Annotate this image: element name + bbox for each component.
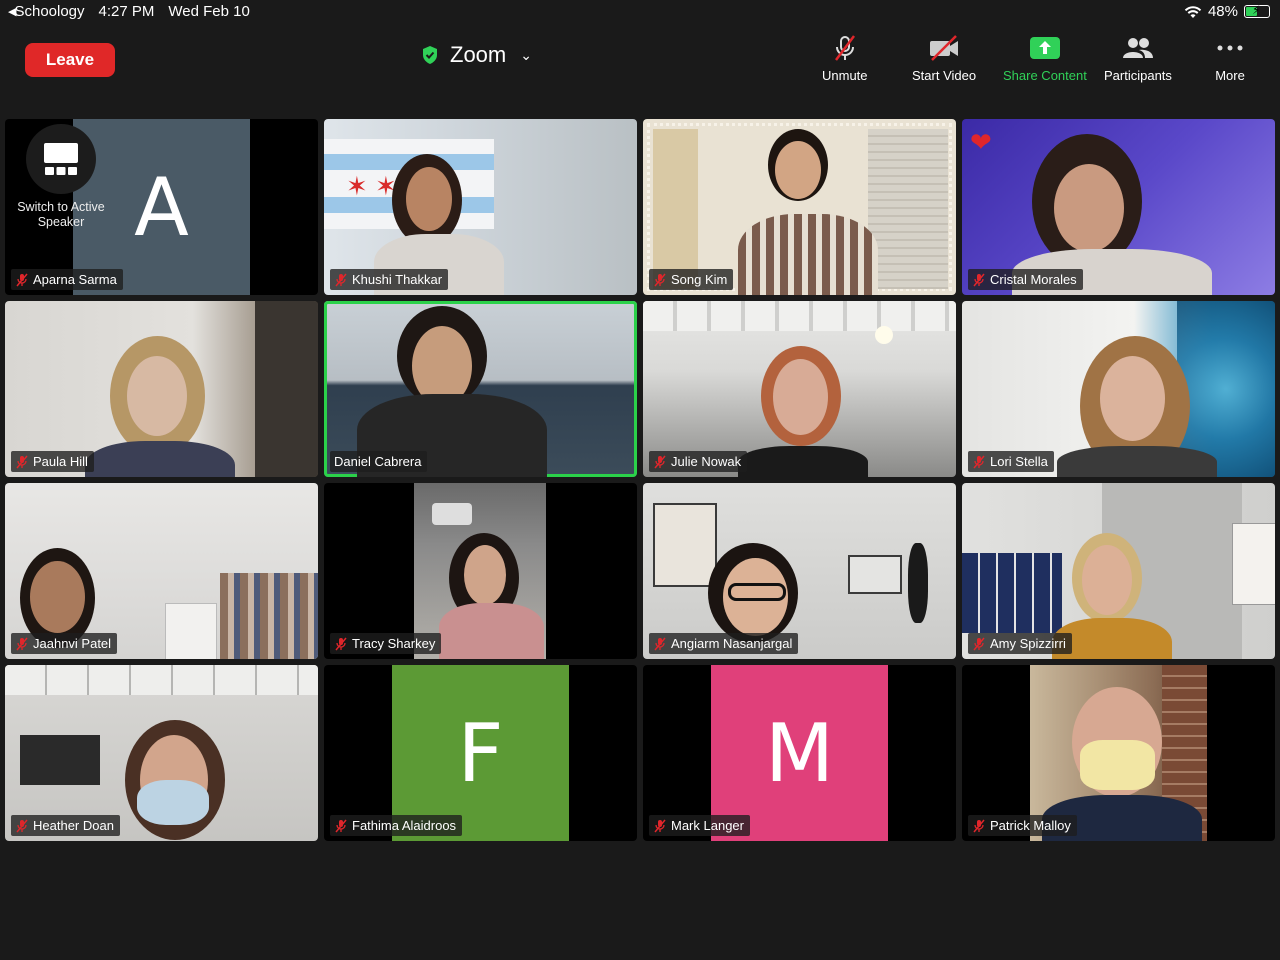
battery-percent: 48% xyxy=(1207,3,1238,20)
microphone-muted-icon xyxy=(973,273,985,286)
participant-name-tag: Tracy Sharkey xyxy=(330,633,442,654)
microphone-muted-icon xyxy=(16,273,28,286)
chevron-down-icon: ⌄ xyxy=(520,46,532,63)
participant-name-tag: Fathima Alaidroos xyxy=(330,815,463,836)
participants-label: Participants xyxy=(1104,68,1172,83)
status-bar: ◀ Schoology 4:27 PM Wed Feb 10 48% ⚡ xyxy=(0,0,1280,24)
participant-name: Jaahnvi Patel xyxy=(33,636,112,651)
microphone-muted-icon xyxy=(654,637,666,650)
share-content-button[interactable]: Share Content xyxy=(1003,34,1087,83)
participant-name-tag: Julie Nowak xyxy=(649,451,748,472)
participant-name-tag: Amy Spizzirri xyxy=(968,633,1072,654)
unmute-button[interactable]: Unmute xyxy=(822,34,868,83)
participant-name-tag: Cristal Morales xyxy=(968,269,1083,290)
participants-button[interactable]: Participants xyxy=(1104,34,1172,83)
microphone-muted-icon xyxy=(335,819,347,832)
participants-icon xyxy=(1121,34,1155,62)
participant-name-tag: Angiarm Nasanjargal xyxy=(649,633,799,654)
battery-icon: ⚡ xyxy=(1244,3,1270,18)
microphone-muted-icon xyxy=(973,637,985,650)
video-tile-julie-nowak[interactable]: Julie Nowak xyxy=(643,301,956,477)
participant-name: Lori Stella xyxy=(990,454,1048,469)
participant-name: Paula Hill xyxy=(33,454,88,469)
participant-name-tag: Song Kim xyxy=(649,269,734,290)
participant-name: Fathima Alaidroos xyxy=(352,818,457,833)
participant-name: Song Kim xyxy=(671,272,728,287)
more-button[interactable]: More xyxy=(1213,34,1247,83)
video-tile-angiarm-nasanjargal[interactable]: Angiarm Nasanjargal xyxy=(643,483,956,659)
video-tile-mark-langer[interactable]: M Mark Langer xyxy=(643,665,956,841)
heart-reaction-icon: ❤ xyxy=(970,127,992,157)
microphone-muted-icon xyxy=(654,819,666,832)
back-app-label: Schoology xyxy=(14,3,85,20)
microphone-muted-icon xyxy=(335,273,347,286)
more-label: More xyxy=(1215,68,1245,83)
switch-speaker-label: Switch to Active Speaker xyxy=(17,200,105,229)
video-tile-song-kim[interactable]: Song Kim xyxy=(643,119,956,295)
microphone-muted-icon xyxy=(335,637,347,650)
wifi-icon xyxy=(1184,5,1202,18)
video-tile-jaahnvi-patel[interactable]: Jaahnvi Patel xyxy=(5,483,318,659)
status-time: 4:27 PM xyxy=(98,3,155,20)
participant-name-tag: Khushi Thakkar xyxy=(330,269,449,290)
participant-name: Aparna Sarma xyxy=(33,272,117,287)
video-tile-lori-stella[interactable]: Lori Stella xyxy=(962,301,1275,477)
leave-button[interactable]: Leave xyxy=(25,43,115,77)
video-tile-patrick-malloy[interactable]: Patrick Malloy xyxy=(962,665,1275,841)
microphone-muted-icon xyxy=(828,34,862,62)
video-tile-khushi-thakkar[interactable]: ✶ ✶ Khushi Thakkar xyxy=(324,119,637,295)
video-tile-cristal-morales[interactable]: ❤ Cristal Morales xyxy=(962,119,1275,295)
video-tile-tracy-sharkey[interactable]: Tracy Sharkey xyxy=(324,483,637,659)
meeting-toolbar: Leave Zoom ⌄ Unmute Start Video Share Co… xyxy=(0,28,1280,92)
video-tile-heather-doan[interactable]: Heather Doan xyxy=(5,665,318,841)
video-gallery: A Switch to Active Speaker Aparna Sarma … xyxy=(5,119,1275,841)
participant-name: Daniel Cabrera xyxy=(334,454,422,469)
unmute-label: Unmute xyxy=(822,68,868,83)
back-to-app-link[interactable]: ◀ Schoology xyxy=(8,3,85,20)
more-dots-icon xyxy=(1213,34,1247,62)
participant-name: Khushi Thakkar xyxy=(352,272,443,287)
video-off-icon xyxy=(927,34,961,62)
microphone-muted-icon xyxy=(654,273,666,286)
microphone-muted-icon xyxy=(16,819,28,832)
participant-name: Tracy Sharkey xyxy=(352,636,436,651)
video-tile-paula-hill[interactable]: Paula Hill xyxy=(5,301,318,477)
participant-name-tag: Paula Hill xyxy=(11,451,94,472)
participant-name: Cristal Morales xyxy=(990,272,1077,287)
microphone-muted-icon xyxy=(654,455,666,468)
microphone-muted-icon xyxy=(973,455,985,468)
share-screen-icon xyxy=(1028,34,1062,62)
switch-to-active-speaker-button[interactable]: Switch to Active Speaker xyxy=(13,124,109,230)
video-tile-amy-spizzirri[interactable]: Amy Spizzirri xyxy=(962,483,1275,659)
meeting-title: Zoom xyxy=(450,42,507,67)
participant-name: Patrick Malloy xyxy=(990,818,1071,833)
active-speaker-icon xyxy=(26,124,96,194)
participant-name: Heather Doan xyxy=(33,818,114,833)
video-tile-daniel-cabrera[interactable]: Daniel Cabrera xyxy=(324,301,637,477)
share-content-label: Share Content xyxy=(1003,68,1087,83)
participant-name-tag: Patrick Malloy xyxy=(968,815,1077,836)
status-date: Wed Feb 10 xyxy=(168,3,250,20)
participant-name-tag: Mark Langer xyxy=(649,815,750,836)
participant-name-tag: Aparna Sarma xyxy=(11,269,123,290)
participant-name: Angiarm Nasanjargal xyxy=(671,636,793,651)
participant-name-tag: Lori Stella xyxy=(968,451,1054,472)
participant-name: Mark Langer xyxy=(671,818,744,833)
video-tile-fathima-alaidroos[interactable]: F Fathima Alaidroos xyxy=(324,665,637,841)
microphone-muted-icon xyxy=(16,455,28,468)
participant-name: Julie Nowak xyxy=(671,454,742,469)
participant-name-tag: Jaahnvi Patel xyxy=(11,633,118,654)
video-tile-aparna-sarma[interactable]: A Switch to Active Speaker Aparna Sarma xyxy=(5,119,318,295)
shield-check-icon xyxy=(423,46,437,64)
microphone-muted-icon xyxy=(973,819,985,832)
start-video-button[interactable]: Start Video xyxy=(912,34,976,83)
start-video-label: Start Video xyxy=(912,68,977,83)
participant-name-tag: Heather Doan xyxy=(11,815,120,836)
microphone-muted-icon xyxy=(16,637,28,650)
participant-name: Amy Spizzirri xyxy=(990,636,1066,651)
participant-name-tag: Daniel Cabrera xyxy=(330,451,428,472)
meeting-info-button[interactable]: Zoom ⌄ xyxy=(420,42,532,68)
